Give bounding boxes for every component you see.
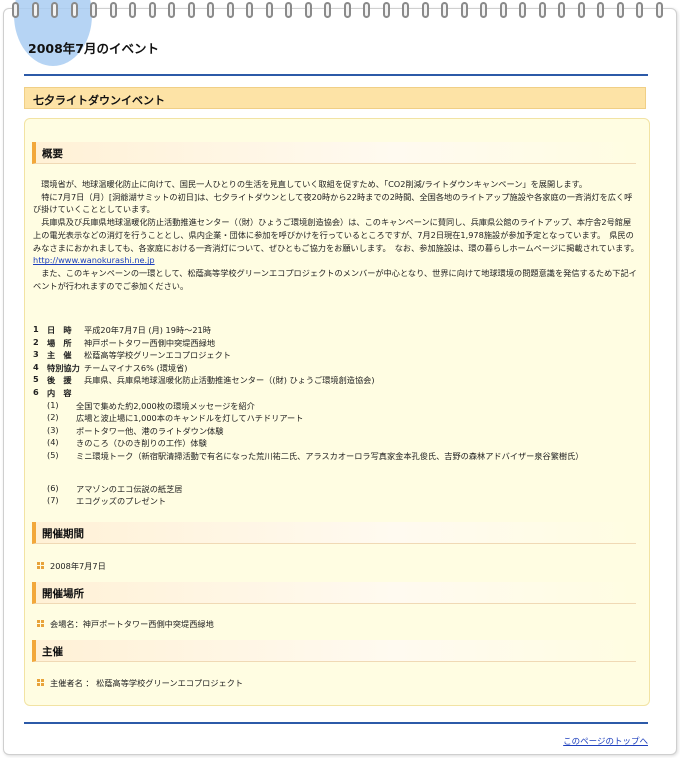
binder-ring — [226, 2, 234, 18]
overview-paragraph-text: 兵庫県及び兵庫県地球温暖化防止活動推進センター（（財）ひょうご環境創造協会）は、… — [33, 217, 639, 253]
detail-row: 1日 時平成20年7月7日 (月) 19時～21時 — [33, 324, 211, 335]
detail-row: 2場 所神戸ポートタワー西側中突堤西緑地 — [33, 336, 216, 348]
detail-row: 6内 容 — [33, 386, 72, 398]
event-details-list: 1日 時平成20年7月7日 (月) 19時～21時 2場 所神戸ポートタワー西側… — [33, 324, 643, 508]
period-heading-label: 開催期間 — [42, 528, 84, 540]
wanokurashi-link[interactable]: http://www.wanokurashi.ne.jp — [33, 255, 155, 265]
binder-ring — [343, 2, 351, 18]
period-item: 2008年7月7日 — [37, 560, 106, 572]
venue-heading: 開催場所 — [32, 582, 636, 604]
binder-ring — [109, 2, 117, 18]
binder-ring — [12, 2, 19, 18]
overview-paragraph: 特に7月7日（月）[洞爺湖サミットの初日]は、七夕ライトダウンとして夜20時から… — [33, 191, 633, 215]
binder-ring — [51, 2, 58, 18]
overview-heading: 概要 — [32, 142, 636, 164]
overview-heading-label: 概要 — [42, 148, 63, 160]
binder-ring — [616, 2, 624, 18]
binder-ring — [129, 2, 136, 18]
period-value: 2008年7月7日 — [50, 561, 106, 571]
content-item: (7) エコグッズのプレゼント — [47, 495, 167, 507]
organizer-heading: 主催 — [32, 640, 636, 662]
overview-paragraph: 環境省が、地球温暖化防止に向けて、国民一人ひとりの生活を見直していく取組を促すた… — [41, 179, 588, 189]
binder-ring — [31, 2, 39, 18]
binder-ring — [363, 2, 370, 18]
binder-ring — [168, 2, 175, 18]
binder-ring — [597, 2, 604, 18]
footer-divider — [24, 722, 648, 724]
detail-row: 4 特別協力 チームマイナス6% (環境省) — [33, 361, 188, 373]
section-title-band: 七夕ライトダウンイベント — [24, 87, 646, 109]
binder-ring — [207, 2, 214, 18]
header-divider — [24, 74, 648, 76]
organizer-item: 主催者名 ： 松蔭高等学校グリーンエコプロジェクト — [37, 677, 243, 689]
binder-ring — [558, 2, 565, 18]
back-to-top-link[interactable]: このページのトップへ — [563, 735, 648, 747]
binder-ring — [265, 2, 273, 18]
bullet-icon — [37, 562, 44, 569]
venue-value: 会場名：神戸ポートタワー西側中突堤西緑地 — [50, 619, 214, 629]
venue-heading-label: 開催場所 — [42, 588, 84, 600]
overview-paragraph: また、このキャンペーンの一環として、松蔭高等学校グリーンエコプロジェクトのメンバ… — [33, 267, 637, 291]
period-heading: 開催期間 — [32, 522, 636, 544]
detail-row: 3主 催松蔭高等学校グリーンエコプロジェクト — [33, 349, 231, 361]
bullet-icon — [37, 679, 44, 686]
binder-ring — [519, 2, 526, 18]
binder-ring — [402, 2, 409, 18]
organizer-heading-label: 主催 — [42, 646, 63, 658]
binder-ring — [480, 2, 487, 18]
binder-ring — [90, 2, 97, 18]
binder-ring — [304, 2, 312, 18]
venue-item: 会場名：神戸ポートタワー西側中突堤西緑地 — [37, 618, 214, 630]
binder-ring — [285, 2, 292, 18]
binder-ring — [324, 2, 331, 18]
binder-ring — [636, 2, 643, 18]
binder-ring — [499, 2, 507, 18]
content-item: (4) きのころ（ひのき削りの工作）体験 — [47, 437, 207, 449]
binder-ring — [577, 2, 585, 18]
content-item: (5) ミニ環境トーク（新宿駅清掃活動で有名になった荒川祐二氏、アラスカオーロラ写… — [47, 449, 584, 461]
content-item: (2) 広場と波止場に1,000本のキャンドルを灯してハチドリアート — [47, 412, 304, 424]
section-title: 七夕ライトダウンイベント — [33, 94, 165, 107]
binder-ring — [655, 2, 663, 18]
binder-rings — [12, 0, 672, 22]
binder-ring — [187, 2, 195, 18]
overview-paragraph: 兵庫県及び兵庫県地球温暖化防止活動推進センター（（財）ひょうご環境創造協会）は、… — [33, 216, 639, 267]
binder-ring — [460, 2, 468, 18]
content-item: (1) 全国で集めた約2,000枚の環境メッセージを紹介 — [47, 399, 255, 411]
binder-ring — [538, 2, 546, 18]
binder-ring — [246, 2, 253, 18]
binder-ring — [441, 2, 448, 18]
content-item: (3) ポートタワー他、港のライトダウン体験 — [47, 424, 224, 436]
binder-ring — [70, 2, 78, 18]
binder-ring — [382, 2, 390, 18]
organizer-value: 主催者名 ： 松蔭高等学校グリーンエコプロジェクト — [50, 678, 244, 688]
binder-ring — [421, 2, 429, 18]
overview-body: 環境省が、地球温暖化防止に向けて、国民一人ひとりの生活を見直していく取組を促すた… — [33, 178, 639, 292]
content-item: (6) アマゾンのエコ伝説の紙芝居 — [47, 482, 183, 494]
page-title: 2008年7月のイベント — [28, 41, 159, 56]
binder-ring — [148, 2, 156, 18]
detail-row: 5後 援兵庫県、兵庫県地球温暖化防止活動推進センター（(財) ひょうご環境創造協… — [33, 374, 375, 386]
bullet-icon — [37, 620, 44, 627]
